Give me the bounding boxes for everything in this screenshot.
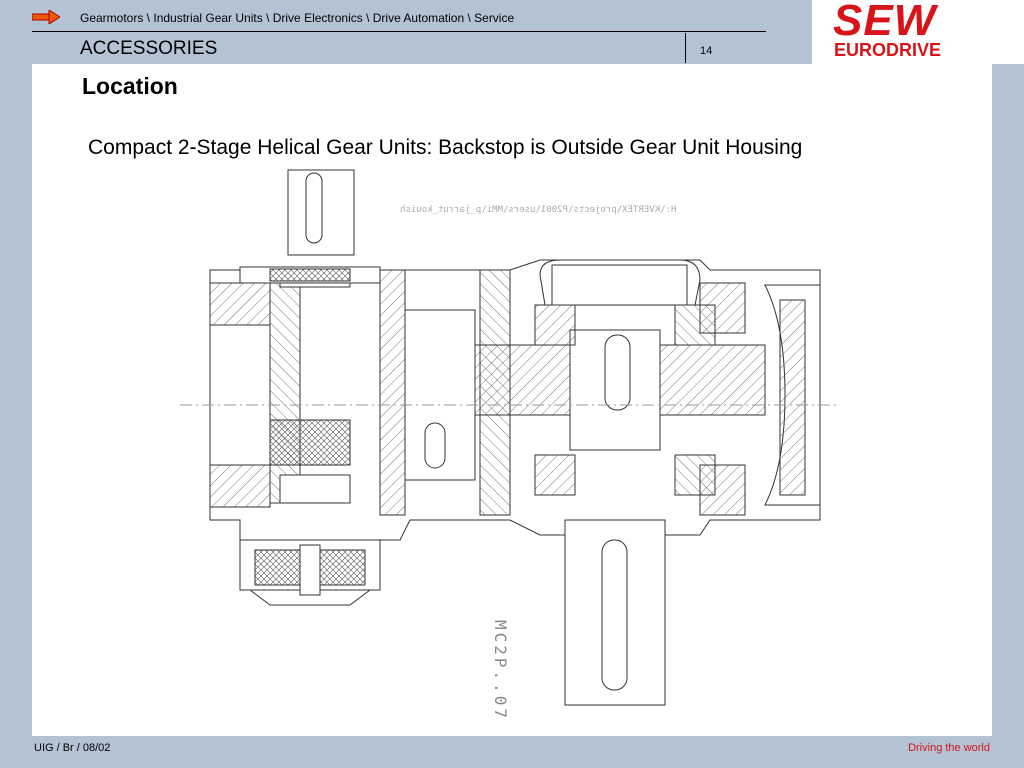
header-divider <box>32 31 766 32</box>
logo-eurodrive: EURODRIVE <box>834 40 942 60</box>
gear-unit-drawing <box>180 169 840 706</box>
page-number: 14 <box>700 45 713 57</box>
arrow-right-icon <box>32 10 60 24</box>
page-title: Location <box>82 73 178 99</box>
drawing-code-label: MC2P..07 <box>491 620 510 722</box>
section-title: ACCESSORIES <box>80 38 218 59</box>
footer-slogan: Driving the world <box>908 742 990 754</box>
footer-reference: UIG / Br / 08/02 <box>34 742 111 754</box>
slide-subtitle: Compact 2-Stage Helical Gear Units: Back… <box>88 136 803 159</box>
header-vertical-divider <box>685 33 686 63</box>
breadcrumb[interactable]: Gearmotors \ Industrial Gear Units \ Dri… <box>80 11 514 25</box>
drawing-path-label: H:\KVERTEX\projects\P2001\users\MMi\p_ja… <box>400 205 677 215</box>
